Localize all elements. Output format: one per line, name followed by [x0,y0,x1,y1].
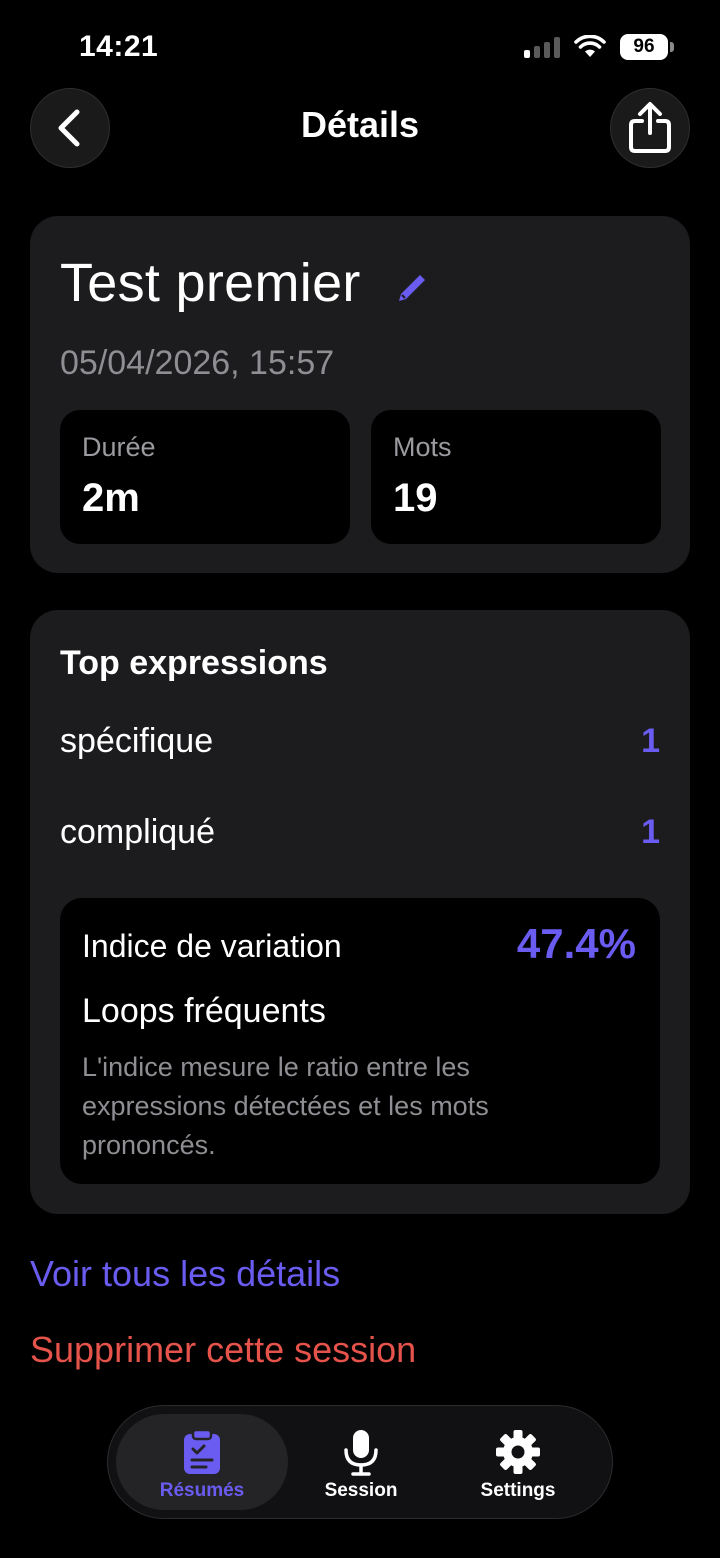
gear-icon [496,1430,540,1474]
stat-value: 2m [82,476,140,520]
delete-session-link[interactable]: Supprimer cette session [30,1329,416,1371]
stat-value: 19 [393,476,438,520]
session-date: 05/04/2026, 15:57 [60,344,335,382]
tab-label: Settings [480,1480,556,1501]
status-bar: 14:21 96 [0,0,720,96]
expression-count: 1 [641,722,660,760]
variation-index-panel: Indice de variation 47.4% Loops fréquent… [60,898,660,1184]
session-summary-card: Test premier 05/04/2026, 15:57 Durée 2m … [30,216,690,573]
tab-bar: Résumés Session Settings [107,1405,613,1519]
expression-count: 1 [641,813,660,851]
details-screen: 14:21 96 Détails Test premier 05/04/2026… [0,0,720,1558]
tab-label: Résumés [159,1480,245,1501]
duration-stat: Durée 2m [60,410,350,544]
variation-subtitle: Loops fréquents [82,992,326,1030]
top-expressions-card: Top expressions spécifique 1 compliqué 1… [30,610,690,1214]
share-icon [629,102,671,153]
tab-label: Session [324,1480,398,1501]
stat-label: Mots [393,432,452,462]
view-all-details-link[interactable]: Voir tous les détails [30,1253,340,1295]
tab-resumes[interactable]: Résumés [116,1414,288,1510]
expression-row: spécifique 1 [60,722,660,772]
share-button[interactable] [610,88,690,168]
status-time: 14:21 [79,30,159,63]
tab-session[interactable]: Session [275,1414,447,1510]
microphone-icon [344,1430,378,1476]
battery-level: 96 [620,34,668,60]
variation-description: L'indice mesure le ratio entre les expre… [82,1052,489,1160]
wifi-icon [574,35,606,57]
battery-indicator: 96 [620,34,674,60]
tab-settings[interactable]: Settings [432,1414,604,1510]
section-heading: Top expressions [60,644,328,682]
stat-label: Durée [82,432,156,462]
variation-value: 47.4% [516,920,636,967]
session-title: Test premier [60,253,361,313]
words-stat: Mots 19 [371,410,661,544]
expression-word: compliqué [60,813,215,851]
variation-label: Indice de variation [82,928,342,964]
cellular-signal-icon [524,36,560,58]
status-indicators: 96 [524,34,674,60]
expression-word: spécifique [60,722,214,760]
pencil-icon[interactable] [394,270,430,306]
clipboard-check-icon [184,1428,220,1474]
expression-row: compliqué 1 [60,813,660,863]
